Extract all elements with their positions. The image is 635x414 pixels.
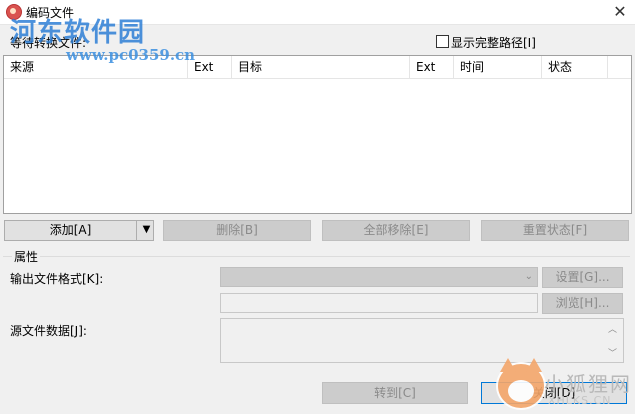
remove-button[interactable]: 删除[B] [163, 220, 311, 241]
fox-logo-icon [496, 358, 546, 410]
column-header-time[interactable]: 时间 [454, 56, 542, 78]
add-button-label: 添加[A] [49, 223, 92, 237]
settings-button[interactable]: 设置[G]... [542, 267, 623, 288]
reset-status-button[interactable]: 重置状态[F] [481, 220, 629, 241]
output-path-field[interactable] [220, 293, 538, 313]
show-full-path-checkbox[interactable] [436, 35, 449, 48]
watermark-corner-url: XHLKS.CN [548, 394, 612, 407]
properties-divider [3, 256, 630, 257]
add-button[interactable]: 添加[A] ▼ [4, 220, 154, 241]
watermark-site-name: 河东软件园 [10, 18, 146, 48]
watermark-site-url: www.pc0359.cn [66, 46, 196, 64]
remove-all-button[interactable]: 全部移除[E] [322, 220, 470, 241]
column-header-target[interactable]: 目标 [232, 56, 410, 78]
column-header-target-ext[interactable]: Ext [410, 56, 454, 78]
source-data-label: 源文件数据[J]: [10, 324, 87, 338]
convert-button[interactable]: 转到[C] [322, 382, 468, 404]
close-icon[interactable]: ✕ [610, 2, 630, 22]
column-header-status[interactable]: 状态 [542, 56, 608, 78]
browse-button[interactable]: 浏览[H]... [542, 293, 623, 314]
watermark-corner-name: 小狐狸网 [544, 372, 632, 396]
output-format-label: 输出文件格式[K]: [10, 272, 104, 286]
show-full-path-label[interactable]: 显示完整路径[I] [451, 34, 536, 51]
chevron-up-icon[interactable]: ︿ [608, 322, 617, 335]
chevron-down-icon[interactable]: ﹀ [608, 346, 617, 359]
chevron-down-icon[interactable]: ▼ [136, 221, 156, 240]
output-format-select[interactable]: ⌄ [220, 267, 538, 287]
chevron-down-icon: ⌄ [524, 271, 533, 282]
source-data-textarea[interactable]: ︿ ﹀ [220, 318, 624, 363]
file-list[interactable]: 来源 Ext 目标 Ext 时间 状态 [3, 55, 632, 214]
properties-group-label: 属性 [12, 248, 41, 265]
